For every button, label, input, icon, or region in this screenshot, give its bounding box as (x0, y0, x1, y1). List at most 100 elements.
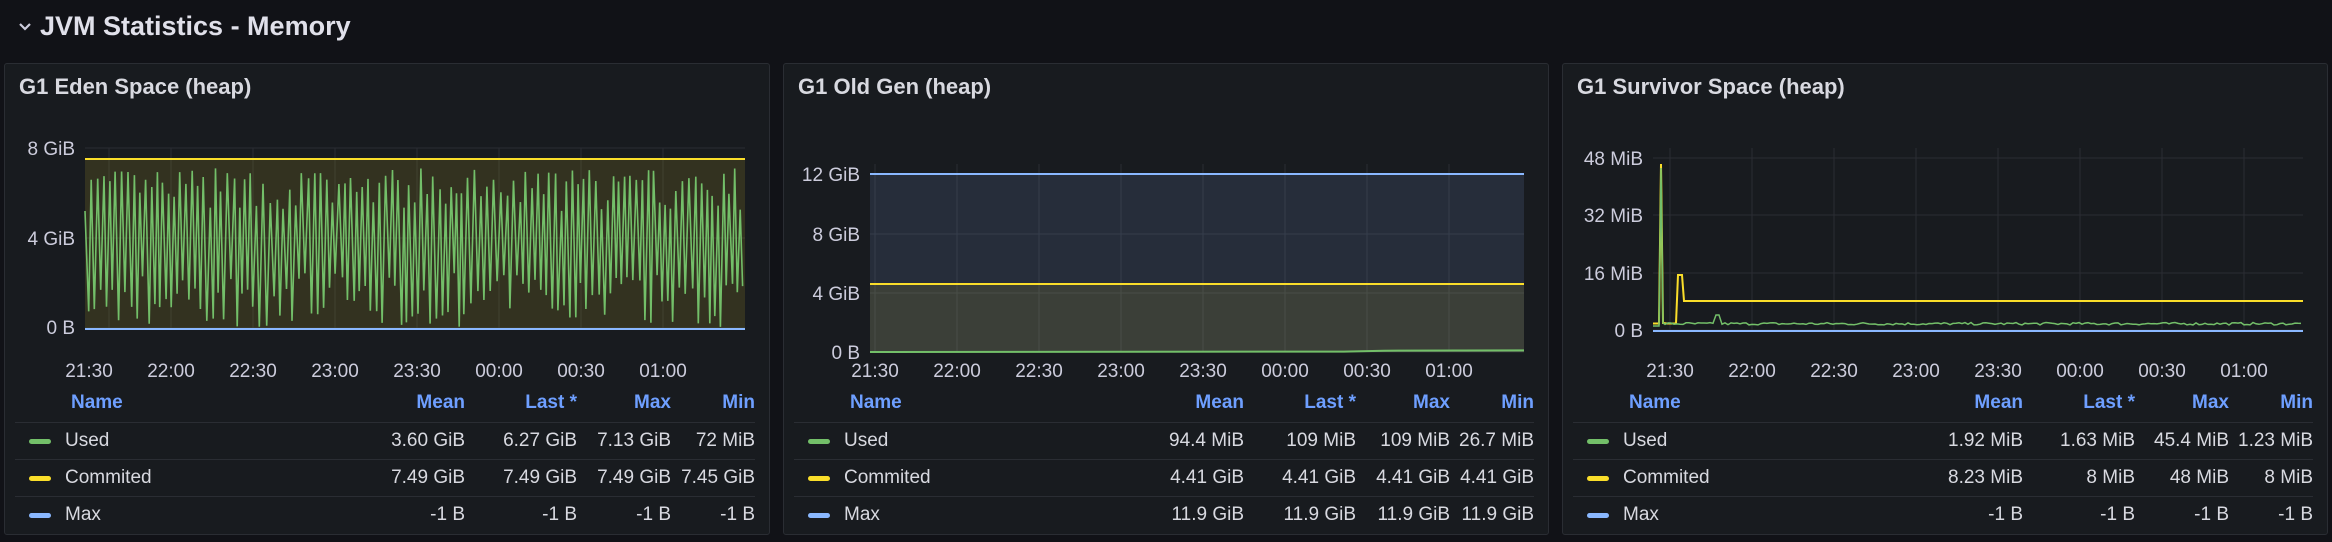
legend-row-max[interactable]: Max -1 B -1 B -1 B -1 B (1573, 496, 2313, 533)
legend-min: 4.41 GiB (1460, 467, 1534, 488)
legend-header-max[interactable]: Max (1356, 392, 1450, 414)
legend-max: 7.13 GiB (597, 430, 671, 451)
legend-header-max[interactable]: Max (2135, 392, 2229, 414)
time-series-graph[interactable]: 8 GiB 4 GiB 0 B 21:30 22:00 22:30 23:00 … (5, 64, 770, 384)
legend-min: 7.45 GiB (681, 467, 755, 488)
legend-row-used[interactable]: Used 1.92 MiB 1.63 MiB 45.4 MiB 1.23 MiB (1573, 422, 2313, 459)
legend-last: 6.27 GiB (503, 430, 577, 451)
legend-header-last[interactable]: Last * (2023, 392, 2135, 414)
row-collapse-toggle[interactable]: JVM Statistics - Memory (0, 0, 2332, 52)
legend-min: 1.23 MiB (2238, 430, 2313, 451)
used-series-line (1653, 167, 2302, 327)
legend-mean: 7.49 GiB (391, 467, 465, 488)
legend-header-min[interactable]: Min (2229, 392, 2313, 414)
panel-survivor-space[interactable]: G1 Survivor Space (heap) 48 MiB 32 MiB 1… (1562, 63, 2328, 535)
legend-mean: -1 B (1988, 504, 2023, 525)
legend-mean: 1.92 MiB (1948, 430, 2023, 451)
x-tick-label: 21:30 (1646, 361, 1694, 382)
legend-mean: 11.9 GiB (1171, 504, 1244, 525)
series-color-swatch[interactable] (808, 475, 830, 481)
legend-header-name[interactable]: Name (794, 392, 1114, 414)
legend-last: 1.63 MiB (2060, 430, 2135, 451)
series-color-swatch[interactable] (29, 512, 51, 518)
legend-last: 11.9 GiB (1283, 504, 1356, 525)
series-name: Max (844, 504, 880, 525)
x-tick-label: 22:00 (1728, 361, 1776, 382)
x-tick-label: 00:30 (2138, 361, 2186, 382)
legend-row-commited[interactable]: Commited 4.41 GiB 4.41 GiB 4.41 GiB 4.41… (794, 459, 1534, 496)
x-tick-label: 21:30 (65, 361, 113, 382)
legend-header-mean[interactable]: Mean (335, 392, 465, 414)
legend-row-commited[interactable]: Commited 7.49 GiB 7.49 GiB 7.49 GiB 7.45… (15, 459, 755, 496)
legend-row-used[interactable]: Used 94.4 MiB 109 MiB 109 MiB 26.7 MiB (794, 422, 1534, 459)
series-color-swatch[interactable] (1587, 475, 1609, 481)
legend-min: 8 MiB (2264, 467, 2313, 488)
legend-header-name[interactable]: Name (1573, 392, 1893, 414)
row-title: JVM Statistics - Memory (40, 10, 351, 41)
legend-last: 4.41 GiB (1282, 467, 1356, 488)
series-color-swatch[interactable] (808, 438, 830, 444)
x-tick-label: 23:30 (1179, 361, 1227, 382)
legend-min: 72 MiB (695, 430, 755, 451)
y-tick-label: 8 GiB (27, 139, 75, 160)
y-tick-label: 12 GiB (802, 165, 860, 186)
series-color-swatch[interactable] (29, 438, 51, 444)
legend-last: 109 MiB (1286, 430, 1356, 451)
legend-max: -1 B (636, 504, 671, 525)
legend-max: 45.4 MiB (2154, 430, 2229, 451)
series-name: Max (65, 504, 101, 525)
legend-mean: 8.23 MiB (1948, 467, 2023, 488)
series-name: Commited (65, 467, 152, 488)
legend-min: 26.7 MiB (1459, 430, 1534, 451)
series-color-swatch[interactable] (1587, 438, 1609, 444)
x-tick-label: 21:30 (851, 361, 899, 382)
y-tick-label: 0 B (1614, 321, 1643, 342)
legend-row-max[interactable]: Max -1 B -1 B -1 B -1 B (15, 496, 755, 533)
commited-series-line (1653, 163, 2303, 325)
series-name: Used (844, 430, 889, 451)
series-color-swatch[interactable] (29, 475, 51, 481)
x-tick-label: 01:00 (2220, 361, 2268, 382)
panel-eden-space[interactable]: G1 Eden Space (heap) 8 GiB 4 GiB 0 B 21:… (4, 63, 770, 535)
x-tick-label: 00:00 (2056, 361, 2104, 382)
series-color-swatch[interactable] (808, 512, 830, 518)
legend-header-min[interactable]: Min (1450, 392, 1534, 414)
x-tick-label: 01:00 (1425, 361, 1473, 382)
x-tick-label: 23:00 (311, 361, 359, 382)
legend-header-name[interactable]: Name (15, 392, 335, 414)
panel-old-gen[interactable]: G1 Old Gen (heap) 12 GiB 8 GiB 4 GiB 0 B… (783, 63, 1549, 535)
legend-mean: -1 B (430, 504, 465, 525)
x-tick-label: 00:00 (1261, 361, 1309, 382)
legend-row-commited[interactable]: Commited 8.23 MiB 8 MiB 48 MiB 8 MiB (1573, 459, 2313, 496)
y-tick-label: 0 B (46, 318, 75, 339)
series-name: Commited (844, 467, 931, 488)
x-tick-label: 00:00 (475, 361, 523, 382)
legend-row-used[interactable]: Used 3.60 GiB 6.27 GiB 7.13 GiB 72 MiB (15, 422, 755, 459)
legend-min: 11.9 GiB (1461, 504, 1534, 525)
series-name: Used (65, 430, 110, 451)
legend-max: 11.9 GiB (1377, 504, 1450, 525)
x-tick-label: 22:30 (229, 361, 277, 382)
time-series-graph[interactable]: 12 GiB 8 GiB 4 GiB 0 B 21:30 22:00 22:30… (784, 64, 1549, 384)
legend-mean: 94.4 MiB (1169, 430, 1244, 451)
legend-header-mean[interactable]: Mean (1893, 392, 2023, 414)
commited-area (870, 284, 1524, 352)
legend-header-mean[interactable]: Mean (1114, 392, 1244, 414)
legend-header-last[interactable]: Last * (465, 392, 577, 414)
chevron-down-icon (19, 23, 31, 31)
legend-max: 7.49 GiB (597, 467, 671, 488)
x-tick-label: 22:30 (1015, 361, 1063, 382)
x-tick-label: 22:00 (933, 361, 981, 382)
series-color-swatch[interactable] (1587, 512, 1609, 518)
legend-mean: 3.60 GiB (391, 430, 465, 451)
legend-row-max[interactable]: Max 11.9 GiB 11.9 GiB 11.9 GiB 11.9 GiB (794, 496, 1534, 533)
time-series-graph[interactable]: 48 MiB 32 MiB 16 MiB 0 B 21:30 22:00 22:… (1563, 64, 2328, 384)
y-tick-label: 4 GiB (27, 229, 75, 250)
legend-last: 8 MiB (2086, 467, 2135, 488)
series-name: Used (1623, 430, 1668, 451)
x-tick-label: 23:00 (1892, 361, 1940, 382)
legend-header-last[interactable]: Last * (1244, 392, 1356, 414)
legend-header-max[interactable]: Max (577, 392, 671, 414)
y-tick-label: 32 MiB (1584, 206, 1643, 227)
legend-header-min[interactable]: Min (671, 392, 755, 414)
